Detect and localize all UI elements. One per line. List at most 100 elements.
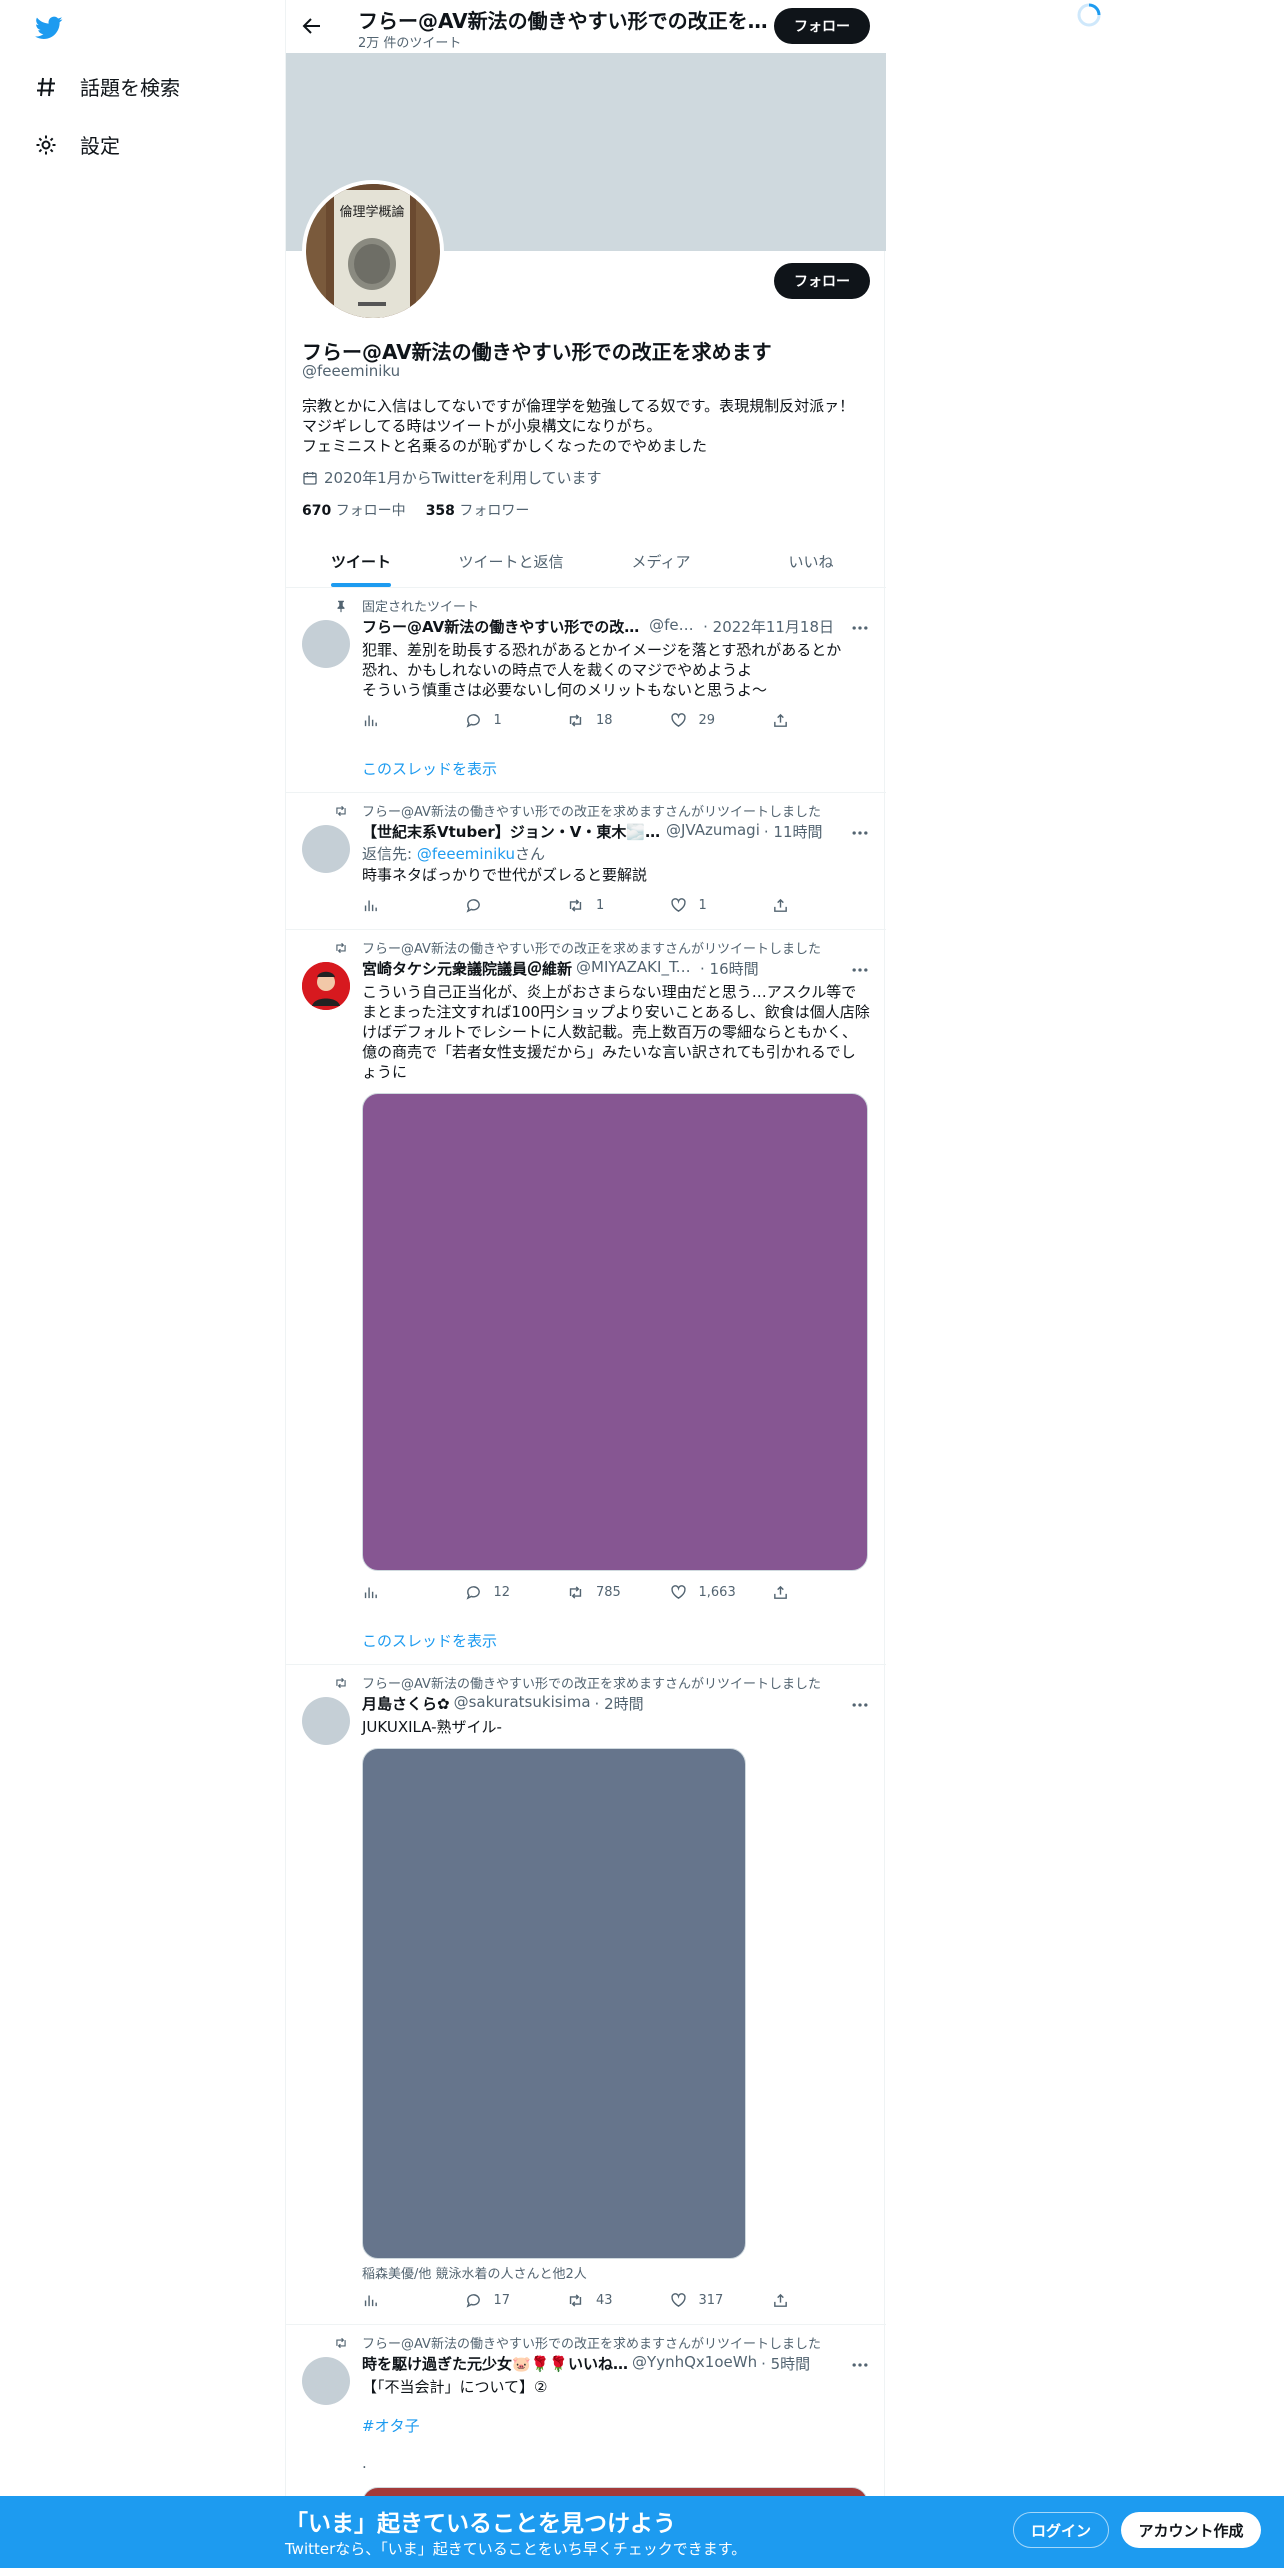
share-icon (774, 713, 787, 727)
tab-likes[interactable]: いいね (736, 535, 886, 587)
author-name[interactable]: 月島さくら✿ (362, 1693, 450, 1714)
reply-button[interactable]: 12 (465, 1584, 535, 1601)
like-button[interactable]: 317 (670, 2292, 740, 2309)
author-handle[interactable]: @JVAzumagi (666, 821, 760, 842)
tweet-text: JUKUXILA-熟ザイル- (362, 1718, 502, 1736)
tweet-header: 月島さくら✿ @sakuratsukisima · 2時間 (362, 1693, 834, 1714)
tweet-time[interactable]: · 2時間 (595, 1693, 644, 1714)
tagged-users[interactable]: 稲森美優/他 競泳水着の人さんと他2人 (362, 2263, 587, 2282)
followers-link[interactable]: 358 フォロワー (426, 500, 530, 520)
tweet-media[interactable] (362, 1093, 868, 1571)
avatar[interactable] (302, 620, 350, 668)
profile-avatar[interactable]: 倫理学概論 (302, 180, 444, 322)
more-icon[interactable] (850, 1695, 870, 1715)
tweet-media[interactable] (362, 1748, 746, 2259)
reply-button[interactable] (465, 897, 535, 914)
twitter-logo[interactable] (34, 14, 64, 42)
nav-settings-label: 設定 (80, 134, 120, 158)
retweet-button[interactable]: 785 (567, 1584, 637, 1601)
author-name[interactable]: 【世紀末系Vtuber】ジョン・V・東木🌫️🤠 (362, 821, 662, 842)
reply-button[interactable]: 17 (465, 2292, 535, 2309)
tweet[interactable]: フらー@AV新法の働きやすい形での改正を求めますさんがリツイートしました 宮崎タ… (286, 930, 886, 1665)
show-thread-link[interactable]: このスレッドを表示 (362, 1630, 497, 1651)
nav-explore[interactable]: 話題を検索 (34, 72, 180, 101)
share-button[interactable] (772, 712, 792, 729)
bio-line: マジギレしてる時はツイートが小泉構文になりがち。 (302, 417, 662, 435)
retweet-icon (569, 1586, 582, 1599)
avatar[interactable] (302, 962, 350, 1010)
tweet-time[interactable]: · 2022年11月18日 (703, 616, 834, 637)
analytics-button[interactable] (362, 897, 432, 914)
retweet-button[interactable]: 18 (567, 712, 637, 729)
nav-settings[interactable]: 設定 (34, 130, 120, 159)
retweeted-by: フらー@AV新法の働きやすい形での改正を求めますさんがリツイートしました (334, 2333, 821, 2352)
retweet-button[interactable]: 1 (567, 897, 637, 914)
analytics-icon (364, 900, 377, 912)
retweet-icon (569, 714, 582, 727)
like-button[interactable]: 29 (670, 712, 740, 729)
tweet-actions: 17 43 317 (362, 2292, 792, 2309)
analytics-button[interactable] (362, 1584, 432, 1601)
follow-button-top[interactable]: フォロー (774, 8, 870, 44)
author-name[interactable]: 時を駆け過ぎた元少女🐷🌹🌹いいね… (362, 2353, 628, 2374)
author-handle[interactable]: @MIYAZAKI_Takesh (576, 958, 696, 979)
share-button[interactable] (772, 1584, 792, 1601)
tab-tweets-replies[interactable]: ツイートと返信 (436, 535, 586, 587)
like-button[interactable]: 1,663 (670, 1584, 740, 1601)
author-handle[interactable]: @YynhQx1oeWh (632, 2353, 757, 2374)
nav-explore-label: 話題を検索 (80, 76, 180, 100)
author-handle[interactable]: @sakuratsukisima (454, 1693, 591, 1714)
more-icon[interactable] (850, 2355, 870, 2375)
tweet-time[interactable]: · 11時間 (764, 821, 823, 842)
tab-media[interactable]: メディア (586, 535, 736, 587)
signup-button[interactable]: アカウント作成 (1121, 2512, 1261, 2548)
tweet-count: 2万 件のツイート (358, 36, 462, 51)
author-handle[interactable]: @feeeminiku (649, 616, 699, 637)
tweet-pinned[interactable]: 固定されたツイート フらー@AV新法の働きやすい形での改正を求めます @feee… (286, 588, 886, 793)
retweet-icon (569, 899, 582, 912)
hashtag-icon (37, 77, 55, 96)
retweet-icon (336, 805, 346, 816)
analytics-button[interactable] (362, 2292, 432, 2309)
hashtag-link[interactable]: #オタ子 (362, 2415, 420, 2436)
share-button[interactable] (772, 2292, 792, 2309)
avatar[interactable] (302, 825, 350, 873)
tweet[interactable]: フらー@AV新法の働きやすい形での改正を求めますさんがリツイートしました 月島さ… (286, 1665, 886, 2325)
tweet-text: こういう自己正当化が、炎上がおさまらない理由だと思う…アスクル等で まとまった注… (362, 983, 870, 1081)
avatar[interactable] (302, 1697, 350, 1745)
tweet-header: フらー@AV新法の働きやすい形での改正を求めます @feeeminiku · 2… (362, 616, 834, 637)
following-link[interactable]: 670 フォロー中 (302, 500, 406, 520)
tweet-time[interactable]: · 16時間 (700, 958, 759, 979)
follow-button[interactable]: フォロー (774, 263, 870, 299)
like-button[interactable]: 1 (670, 897, 740, 914)
avatar-photo (302, 962, 350, 1010)
retweet-button[interactable]: 43 (567, 2292, 637, 2309)
tweet-time[interactable]: · 5時間 (761, 2353, 810, 2374)
profile-name: フらー@AV新法の働きやすい形での改正を求めます (302, 340, 772, 364)
retweeted-by: フらー@AV新法の働きやすい形での改正を求めますさんがリツイートしました (334, 1673, 821, 1692)
banner-title: 「いま」起きていることを見つけよう (285, 2511, 676, 2537)
reply-icon (466, 2294, 480, 2308)
retweeted-by: フらー@AV新法の働きやすい形での改正を求めますさんがリツイートしました (334, 801, 821, 820)
more-icon[interactable] (850, 823, 870, 843)
analytics-button[interactable] (362, 712, 432, 729)
tab-tweets[interactable]: ツイート (286, 535, 436, 587)
back-arrow-icon[interactable] (300, 14, 324, 38)
show-thread-link[interactable]: このスレッドを表示 (362, 758, 497, 779)
tweet-actions: 12 785 1,663 (362, 1584, 792, 1601)
reply-button[interactable]: 1 (465, 712, 535, 729)
book-title: 倫理学概論 (339, 204, 404, 220)
profile-joined: 2020年1月からTwitterを利用しています (302, 467, 602, 488)
gear-icon (36, 135, 56, 154)
avatar[interactable] (302, 2357, 350, 2405)
author-name[interactable]: フらー@AV新法の働きやすい形での改正を求めます (362, 616, 645, 637)
more-icon[interactable] (850, 960, 870, 980)
share-button[interactable] (772, 897, 792, 914)
author-name[interactable]: 宮崎タケシ元衆議院議員＠維新 (362, 958, 572, 979)
joined-text: 2020年1月からTwitterを利用しています (324, 469, 602, 487)
share-icon (774, 2293, 787, 2307)
more-icon[interactable] (850, 618, 870, 638)
tweet[interactable]: フらー@AV新法の働きやすい形での改正を求めますさんがリツイートしました 【世紀… (286, 793, 886, 930)
reply-target-link[interactable]: @feeeminiku (417, 845, 515, 863)
login-button[interactable]: ログイン (1013, 2512, 1109, 2548)
